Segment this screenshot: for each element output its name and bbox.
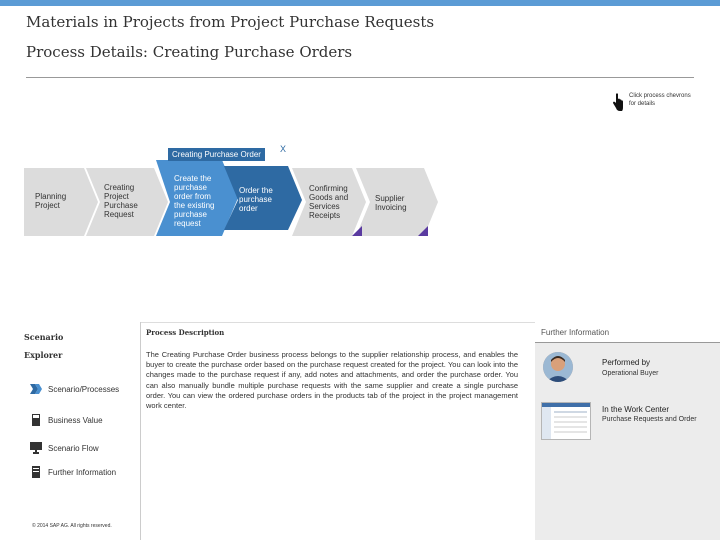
further-information-title: Further Information	[541, 328, 610, 337]
performed-by-label: Performed by	[602, 358, 651, 367]
monitor-icon	[30, 442, 42, 454]
work-center-value: Purchase Requests and Order	[602, 416, 697, 423]
nav-label-business-value: Business Value	[48, 415, 103, 425]
nav-scenario-flow[interactable]: Scenario Flow	[30, 442, 99, 454]
step-label-invoicing: Supplier Invoicing	[375, 194, 407, 212]
nav-business-value[interactable]: Business Value	[30, 414, 103, 426]
description-top-rule	[141, 322, 535, 323]
top-accent-bar	[0, 0, 692, 6]
nav-label-further-information: Further Information	[48, 467, 117, 477]
process-description-body: The Creating Purchase Order business pro…	[146, 350, 518, 411]
chevrons-icon	[30, 384, 42, 394]
nav-scenario-processes[interactable]: Scenario/Processes	[30, 383, 119, 395]
copyright: © 2014 SAP AG. All rights reserved.	[32, 523, 112, 529]
person-icon	[543, 352, 573, 382]
work-center-label: In the Work Center	[602, 405, 669, 414]
step-label-confirming: Confirming Goods and Services Receipts	[309, 184, 349, 220]
document-icon	[32, 466, 40, 478]
hand-pointer-icon	[613, 93, 623, 111]
nav-further-information[interactable]: Further Information	[30, 466, 116, 478]
further-information-rule	[535, 342, 720, 343]
click-hint: Click process chevrons for details	[612, 92, 699, 112]
calculator-icon	[32, 414, 40, 426]
step-label-order: Order the purchase order	[239, 186, 273, 213]
performed-by-value: Operational Buyer	[602, 370, 659, 377]
process-description-title: Process Description	[146, 328, 225, 337]
page-subtitle: Process Details: Creating Purchase Order…	[26, 43, 353, 61]
nav-label-scenario-processes: Scenario/Processes	[48, 384, 120, 394]
avatar	[543, 352, 573, 382]
scenario-explorer-title: Scenario Explorer	[24, 332, 64, 360]
close-icon[interactable]: X	[280, 144, 286, 154]
nav-label-scenario-flow: Scenario Flow	[48, 443, 99, 453]
title-divider	[26, 77, 694, 78]
screenshot-icon	[542, 403, 590, 439]
page-title: Materials in Projects from Project Purch…	[26, 13, 435, 31]
hint-text: Click process chevrons for details	[629, 93, 691, 107]
step-label-creating-request: Creating Project Purchase Request	[104, 183, 138, 219]
step-label-create-from-request: Create the purchase order from the exist…	[174, 174, 215, 228]
process-group-label: Creating Purchase Order	[168, 148, 265, 161]
step-label-planning: Planning Project	[35, 192, 67, 210]
work-center-thumbnail	[541, 402, 591, 440]
explorer-divider	[140, 322, 141, 540]
top-accent-bar-end	[692, 0, 720, 6]
